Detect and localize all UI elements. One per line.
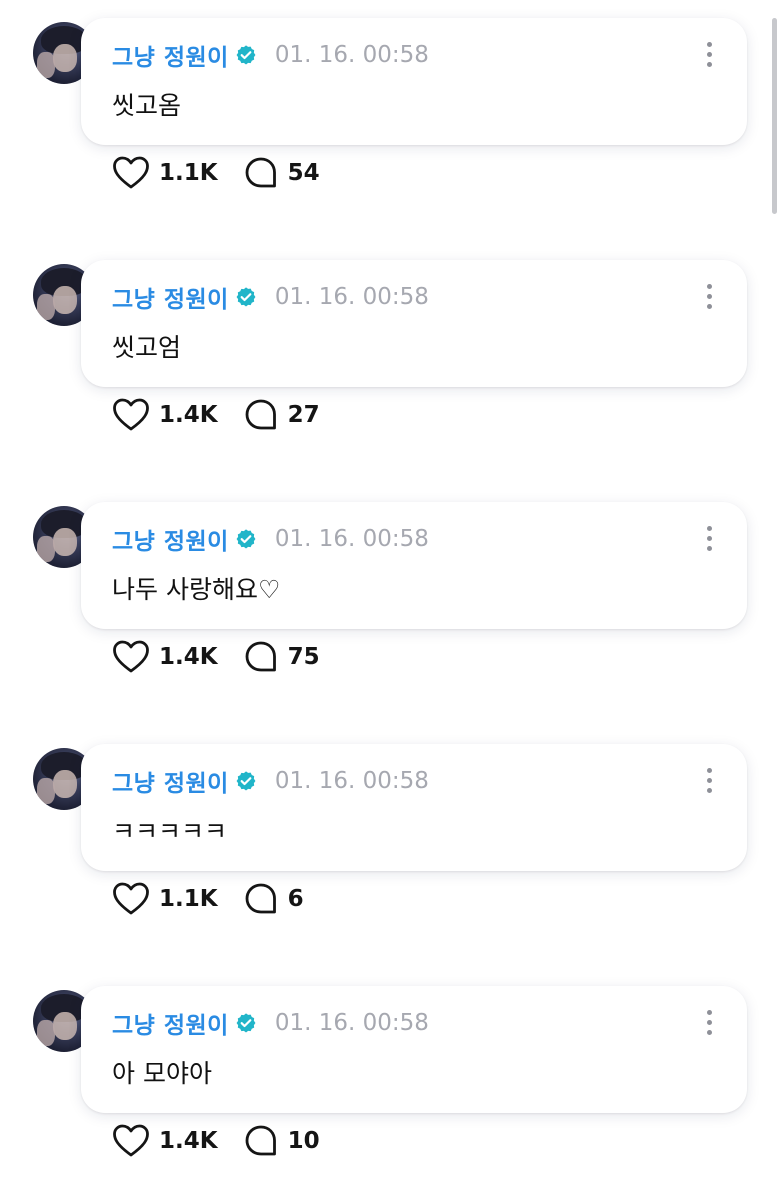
more-vertical-icon[interactable] bbox=[705, 526, 713, 554]
reply-count: 6 bbox=[287, 886, 304, 912]
verified-badge-icon bbox=[235, 528, 257, 550]
username[interactable]: 그냥 정원이 bbox=[112, 522, 229, 556]
speech-bubble-icon bbox=[245, 399, 276, 430]
reply-button[interactable]: 6 bbox=[244, 882, 304, 916]
speech-bubble-icon bbox=[245, 883, 276, 914]
like-button[interactable]: 1.4K bbox=[113, 640, 218, 674]
post-item: 그냥 정원이 01. 16. 00:58 ㅋㅋㅋㅋㅋ 1.1K 6 bbox=[0, 726, 781, 968]
reply-count: 10 bbox=[287, 1128, 320, 1154]
timestamp: 01. 16. 00:58 bbox=[274, 1010, 429, 1036]
more-vertical-icon[interactable] bbox=[705, 1010, 713, 1038]
timestamp: 01. 16. 00:58 bbox=[274, 526, 429, 552]
verified-badge-icon bbox=[235, 770, 257, 792]
post-text: 아 모야아 bbox=[112, 1059, 212, 1088]
post-header: 그냥 정원이 01. 16. 00:58 bbox=[112, 38, 429, 72]
like-button[interactable]: 1.1K bbox=[113, 882, 218, 916]
post-actions: 1.1K 54 bbox=[113, 155, 320, 191]
post-item: 그냥 정원이 01. 16. 00:58 아 모야아 1.4K 10 bbox=[0, 968, 781, 1200]
reply-button[interactable]: 54 bbox=[244, 156, 320, 190]
like-count: 1.1K bbox=[159, 160, 218, 186]
post-actions: 1.1K 6 bbox=[113, 881, 304, 917]
timestamp: 01. 16. 00:58 bbox=[274, 768, 429, 794]
like-button[interactable]: 1.4K bbox=[113, 1124, 218, 1158]
timestamp: 01. 16. 00:58 bbox=[274, 42, 429, 68]
more-vertical-icon[interactable] bbox=[705, 42, 713, 70]
post-header: 그냥 정원이 01. 16. 00:58 bbox=[112, 764, 429, 798]
post-text: 나두 사랑해요♡ bbox=[112, 575, 281, 604]
heart-outline-icon bbox=[113, 640, 149, 673]
post-item: 그냥 정원이 01. 16. 00:58 씻고옴 1.1K 54 bbox=[0, 0, 781, 242]
speech-bubble-icon bbox=[245, 157, 276, 188]
like-button[interactable]: 1.1K bbox=[113, 156, 218, 190]
speech-bubble-icon bbox=[245, 641, 276, 672]
post-text: 씻고엄 bbox=[112, 333, 182, 362]
timestamp: 01. 16. 00:58 bbox=[274, 284, 429, 310]
post-actions: 1.4K 10 bbox=[113, 1123, 320, 1159]
post-item: 그냥 정원이 01. 16. 00:58 나두 사랑해요♡ 1.4K 75 bbox=[0, 484, 781, 726]
post-bubble[interactable]: 그냥 정원이 01. 16. 00:58 ㅋㅋㅋㅋㅋ bbox=[81, 744, 747, 871]
like-count: 1.1K bbox=[159, 886, 218, 912]
username[interactable]: 그냥 정원이 bbox=[112, 764, 229, 798]
reply-button[interactable]: 10 bbox=[244, 1124, 320, 1158]
like-count: 1.4K bbox=[159, 402, 218, 428]
scrollbar[interactable] bbox=[772, 18, 777, 214]
post-item: 그냥 정원이 01. 16. 00:58 씻고엄 1.4K 27 bbox=[0, 242, 781, 484]
post-actions: 1.4K 27 bbox=[113, 397, 320, 433]
post-text: ㅋㅋㅋㅋㅋ bbox=[112, 817, 228, 846]
post-header: 그냥 정원이 01. 16. 00:58 bbox=[112, 1006, 429, 1040]
verified-badge-icon bbox=[235, 44, 257, 66]
post-feed: 그냥 정원이 01. 16. 00:58 씻고옴 1.1K 54 그냥 정원이 … bbox=[0, 0, 781, 1200]
reply-count: 54 bbox=[287, 160, 320, 186]
username[interactable]: 그냥 정원이 bbox=[112, 38, 229, 72]
reply-button[interactable]: 27 bbox=[244, 398, 320, 432]
post-header: 그냥 정원이 01. 16. 00:58 bbox=[112, 522, 429, 556]
post-bubble[interactable]: 그냥 정원이 01. 16. 00:58 나두 사랑해요♡ bbox=[81, 502, 747, 629]
heart-outline-icon bbox=[113, 882, 149, 915]
post-bubble[interactable]: 그냥 정원이 01. 16. 00:58 씻고엄 bbox=[81, 260, 747, 387]
verified-badge-icon bbox=[235, 286, 257, 308]
reply-count: 75 bbox=[287, 644, 320, 670]
like-button[interactable]: 1.4K bbox=[113, 398, 218, 432]
heart-outline-icon bbox=[113, 156, 149, 189]
heart-outline-icon bbox=[113, 398, 149, 431]
heart-outline-icon bbox=[113, 1124, 149, 1157]
verified-badge-icon bbox=[235, 1012, 257, 1034]
username[interactable]: 그냥 정원이 bbox=[112, 1006, 229, 1040]
like-count: 1.4K bbox=[159, 644, 218, 670]
reply-button[interactable]: 75 bbox=[244, 640, 320, 674]
post-actions: 1.4K 75 bbox=[113, 639, 320, 675]
post-bubble[interactable]: 그냥 정원이 01. 16. 00:58 씻고옴 bbox=[81, 18, 747, 145]
post-text: 씻고옴 bbox=[112, 91, 182, 120]
more-vertical-icon[interactable] bbox=[705, 284, 713, 312]
post-bubble[interactable]: 그냥 정원이 01. 16. 00:58 아 모야아 bbox=[81, 986, 747, 1113]
more-vertical-icon[interactable] bbox=[705, 768, 713, 796]
speech-bubble-icon bbox=[245, 1125, 276, 1156]
reply-count: 27 bbox=[287, 402, 320, 428]
username[interactable]: 그냥 정원이 bbox=[112, 280, 229, 314]
like-count: 1.4K bbox=[159, 1128, 218, 1154]
post-header: 그냥 정원이 01. 16. 00:58 bbox=[112, 280, 429, 314]
